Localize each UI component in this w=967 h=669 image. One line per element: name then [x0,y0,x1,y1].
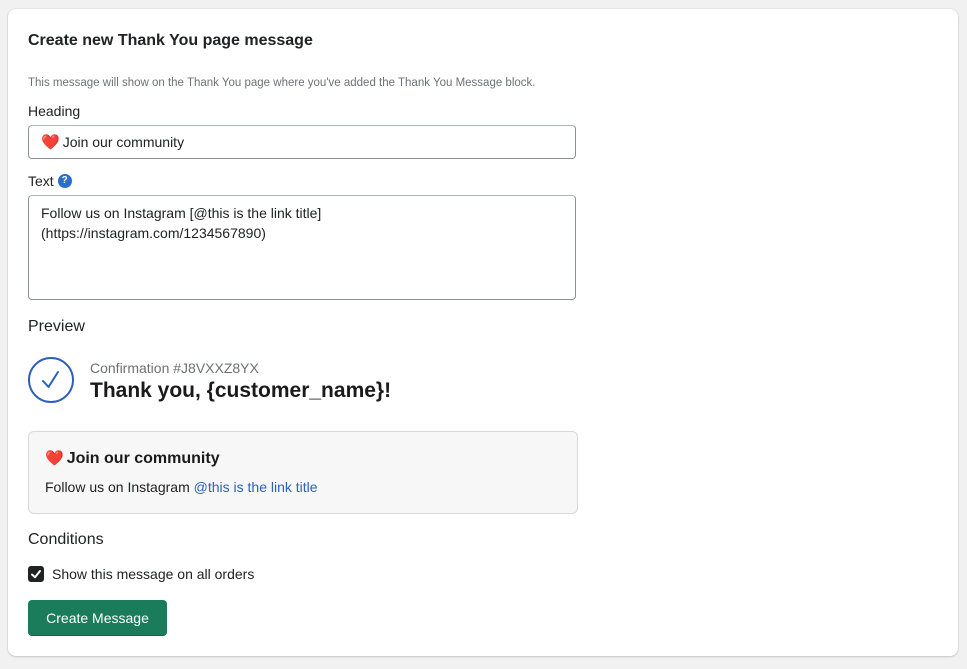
preview-text-prefix: Follow us on Instagram [45,479,194,495]
preview-message-box: ❤️ Join our community Follow us on Instag… [28,431,578,514]
preview-heading-text: Join our community [66,450,220,467]
help-text: This message will show on the Thank You … [28,77,536,89]
preview-title: Preview [28,318,85,335]
heart-icon: ❤️ [41,134,60,151]
preview-heading: ❤️ Join our community [45,449,220,468]
page-title: Create new Thank You page message [28,32,313,49]
create-message-card: Create new Thank You page message This m… [8,9,958,656]
checkmark-icon [31,570,41,579]
thank-you-heading: Thank you, {customer_name}! [90,379,392,402]
checkmark-circle-icon [28,357,74,403]
all-orders-checkbox-row[interactable]: Show this message on all orders [28,566,254,582]
heart-icon: ❤️ [45,450,64,467]
confirmation-number: Confirmation #J8VXXZ8YX [90,360,259,376]
preview-link[interactable]: @this is the link title [194,479,318,495]
text-label-row: Text ? [28,173,72,189]
text-label: Text [28,173,54,189]
text-textarea[interactable]: Follow us on Instagram [@this is the lin… [28,195,576,300]
checkbox-label: Show this message on all orders [52,566,255,582]
heading-label: Heading [28,103,81,119]
preview-text: Follow us on Instagram @this is the link… [45,479,318,495]
create-message-button[interactable]: Create Message [28,600,167,636]
all-orders-checkbox[interactable] [28,566,44,582]
heading-input-value: Join our community [62,134,185,150]
textarea-line: (https://instagram.com/1234567890) [41,225,266,241]
textarea-line: Follow us on Instagram [@this is the lin… [41,205,322,221]
conditions-title: Conditions [28,531,104,548]
question-circle-icon[interactable]: ? [57,174,72,188]
heading-input[interactable]: ❤️ Join our community [28,125,576,159]
